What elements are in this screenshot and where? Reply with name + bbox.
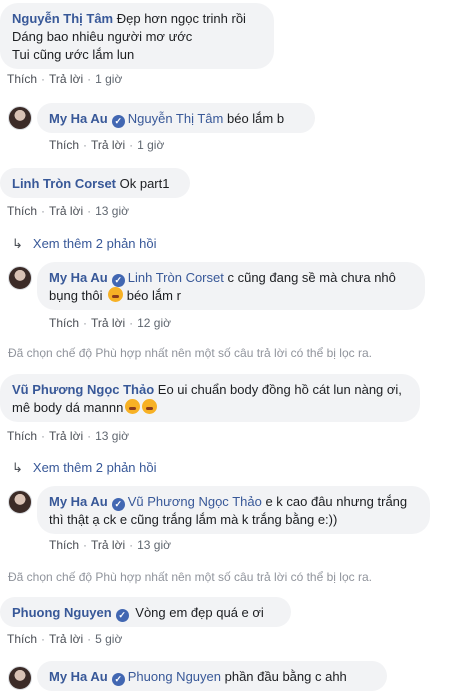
separator: ·: [41, 204, 46, 218]
comment-actions: Thích · Trả lời · 1 giờ: [7, 72, 122, 86]
comment-bubble: Nguyễn Thị Tâm Đẹp hơn ngọc trinh rồi Dá…: [0, 3, 274, 69]
separator: ·: [129, 538, 134, 552]
separator: ·: [83, 316, 88, 330]
reply-text: c cũng đang sề mà chưa nhô: [223, 270, 396, 285]
commenter-name[interactable]: Vũ Phương Ngọc Thảo: [12, 382, 154, 397]
timestamp[interactable]: 13 giờ: [95, 429, 129, 443]
verified-check-icon: ✓: [111, 673, 125, 686]
separator: ·: [87, 429, 92, 443]
reply-text: bụng thôi: [49, 288, 107, 303]
commenter-name[interactable]: My Ha Au: [49, 111, 108, 126]
reply-link[interactable]: Trả lời: [49, 204, 83, 218]
timestamp[interactable]: 12 giờ: [137, 316, 171, 330]
tagged-user[interactable]: Linh Tròn Corset: [128, 270, 224, 285]
reply-bubble: My Ha Au ✓ Phuong Nguyen phần đầu bằng c a…: [37, 661, 387, 691]
reply-text: phần đầu bằng c ahh: [221, 669, 347, 684]
like-link[interactable]: Thích: [7, 632, 37, 646]
reply-text: e k cao đâu nhưng trắng: [261, 494, 408, 509]
crying-emoji: [125, 399, 141, 414]
reply-link[interactable]: Trả lời: [49, 72, 83, 86]
reply-link[interactable]: Trả lời: [91, 138, 125, 152]
comment-text: Vòng em đẹp quá e ơi: [131, 605, 264, 620]
comment-actions: Thích · Trả lời · 13 giờ: [7, 429, 129, 443]
timestamp[interactable]: 13 giờ: [137, 538, 171, 552]
avatar[interactable]: [8, 106, 32, 130]
filter-notice: Đã chọn chế độ Phù hợp nhất nên một số c…: [8, 570, 372, 584]
separator: ·: [87, 72, 92, 86]
like-link[interactable]: Thích: [49, 316, 79, 330]
separator: ·: [41, 632, 46, 646]
reply-link[interactable]: Trả lời: [91, 316, 125, 330]
like-link[interactable]: Thích: [7, 204, 37, 218]
reply-bubble: My Ha Au ✓ Nguyễn Thị Tâm béo lắm b: [37, 103, 315, 133]
separator: ·: [41, 429, 46, 443]
reply-actions: Thích · Trả lời · 1 giờ: [49, 138, 164, 152]
comment-text: Đẹp hơn ngọc trinh rồi: [113, 11, 246, 26]
verified-check-icon: ✓: [111, 498, 125, 511]
view-more-replies-link[interactable]: ↳ Xem thêm 2 phản hồi: [12, 460, 156, 476]
separator: ·: [87, 204, 92, 218]
reply-arrow-icon: ↳: [12, 236, 23, 251]
comment-text: Tui cũng ước lắm lun: [12, 47, 135, 62]
comment-actions: Thích · Trả lời · 13 giờ: [7, 204, 129, 218]
rolling-laugh-emoji: [108, 287, 124, 302]
timestamp[interactable]: 13 giờ: [95, 204, 129, 218]
tagged-user[interactable]: Phuong Nguyen: [128, 669, 221, 684]
avatar[interactable]: [8, 666, 32, 690]
reply-link[interactable]: Trả lời: [49, 429, 83, 443]
reply-text: béo lắm r: [123, 288, 181, 303]
reply-actions: Thích · Trả lời · 12 giờ: [49, 316, 171, 330]
commenter-name[interactable]: My Ha Au: [49, 494, 108, 509]
comment-bubble: Linh Tròn Corset Ok part1: [0, 168, 190, 198]
view-more-replies-link[interactable]: ↳ Xem thêm 2 phản hồi: [12, 236, 156, 252]
reply-bubble: My Ha Au ✓ Linh Tròn Corset c cũng đang sề…: [37, 262, 425, 310]
verified-check-icon: ✓: [115, 609, 129, 622]
tagged-user[interactable]: Vũ Phương Ngọc Thảo: [128, 494, 262, 509]
reply-link[interactable]: Trả lời: [91, 538, 125, 552]
commenter-name[interactable]: My Ha Au: [49, 669, 108, 684]
like-link[interactable]: Thích: [49, 138, 79, 152]
timestamp[interactable]: 1 giờ: [137, 138, 164, 152]
separator: ·: [83, 538, 88, 552]
reply-arrow-icon: ↳: [12, 460, 23, 475]
like-link[interactable]: Thích: [49, 538, 79, 552]
commenter-name[interactable]: Nguyễn Thị Tâm: [12, 11, 113, 26]
reply-text: thì thật ạ ck e cũng trắng lắm mà k trắn…: [49, 512, 338, 527]
reply-actions: Thích · Trả lời · 13 giờ: [49, 538, 171, 552]
separator: ·: [129, 138, 134, 152]
comment-text: Eo ui chuẩn body đồng hồ cát lun nàng ơi…: [154, 382, 402, 397]
commenter-name[interactable]: Linh Tròn Corset: [12, 176, 116, 191]
view-more-label[interactable]: Xem thêm 2 phản hồi: [33, 460, 157, 475]
separator: ·: [87, 632, 92, 646]
verified-check-icon: ✓: [111, 274, 125, 287]
reply-text: béo lắm b: [223, 111, 285, 126]
separator: ·: [129, 316, 134, 330]
reply-link[interactable]: Trả lời: [49, 632, 83, 646]
comment-text: mê body dá mannn: [12, 400, 124, 415]
avatar[interactable]: [8, 266, 32, 290]
avatar[interactable]: [8, 490, 32, 514]
separator: ·: [83, 138, 88, 152]
like-link[interactable]: Thích: [7, 429, 37, 443]
timestamp[interactable]: 1 giờ: [95, 72, 122, 86]
commenter-name[interactable]: Phuong Nguyen: [12, 605, 112, 620]
filter-notice: Đã chọn chế độ Phù hợp nhất nên một số c…: [8, 346, 372, 360]
comment-text: Dáng bao nhiêu người mơ ước: [12, 29, 193, 44]
verified-check-icon: ✓: [111, 115, 125, 128]
reply-bubble: My Ha Au ✓ Vũ Phương Ngọc Thảo e k cao đâu…: [37, 486, 430, 534]
comment-text: Ok part1: [116, 176, 170, 191]
like-link[interactable]: Thích: [7, 72, 37, 86]
separator: ·: [41, 72, 46, 86]
comment-bubble: Vũ Phương Ngọc Thảo Eo ui chuẩn body đồn…: [0, 374, 420, 422]
commenter-name[interactable]: My Ha Au: [49, 270, 108, 285]
view-more-label[interactable]: Xem thêm 2 phản hồi: [33, 236, 157, 251]
comment-actions: Thích · Trả lời · 5 giờ: [7, 632, 122, 646]
crying-emoji: [142, 399, 158, 414]
comment-bubble: Phuong Nguyen ✓ Vòng em đẹp quá e ơi: [0, 597, 291, 627]
timestamp[interactable]: 5 giờ: [95, 632, 122, 646]
tagged-user[interactable]: Nguyễn Thị Tâm: [128, 111, 224, 126]
